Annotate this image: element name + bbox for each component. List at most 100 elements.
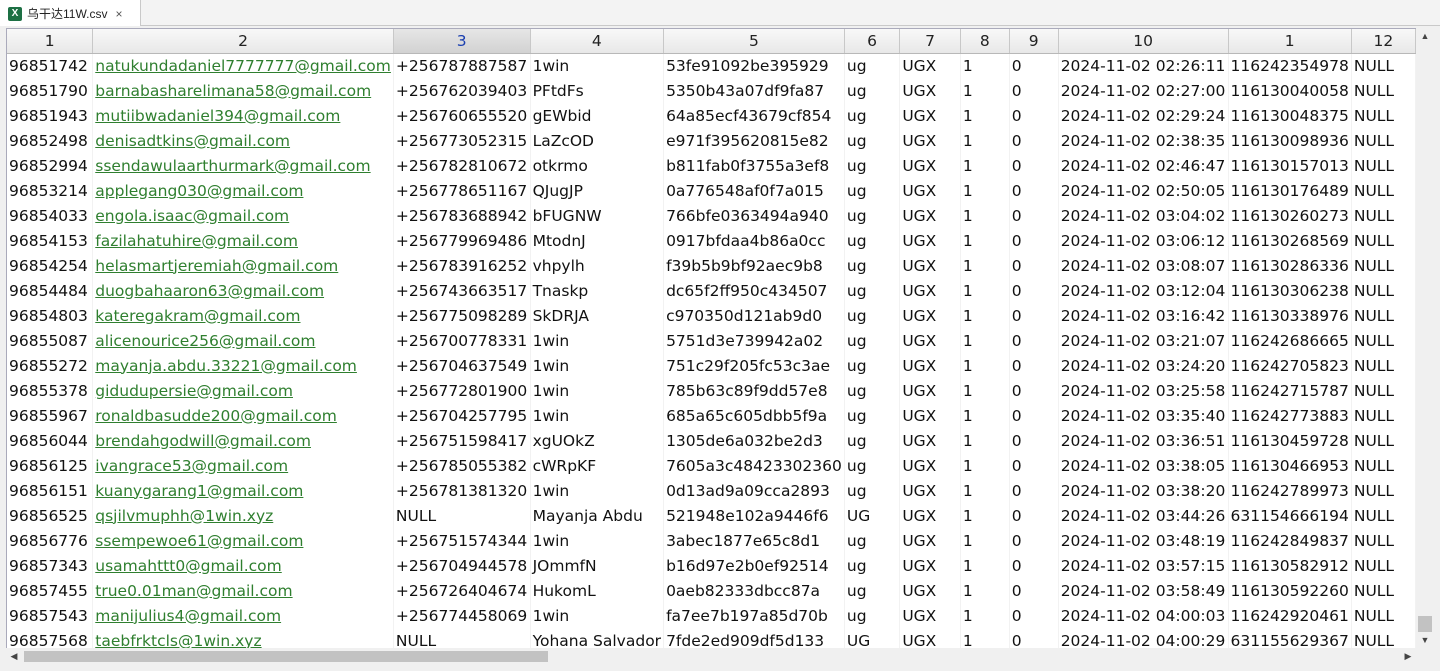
table-cell[interactable]: 0: [1009, 303, 1059, 328]
table-cell[interactable]: 116242773883: [1228, 403, 1352, 428]
table-cell[interactable]: 1305de6a032be2d3: [663, 428, 845, 453]
table-cell[interactable]: 2024-11-02 02:50:05: [1058, 178, 1229, 203]
table-cell[interactable]: 2024-11-02 03:04:02: [1058, 203, 1229, 228]
table-cell[interactable]: ug: [844, 228, 901, 253]
table-cell[interactable]: UGX: [899, 478, 961, 503]
table-cell[interactable]: UGX: [899, 553, 961, 578]
table-row[interactable]: 96851943 mutiibwadaniel394@gmail.com +2567…: [7, 103, 1416, 128]
table-cell[interactable]: ssempewoe61@gmail.com: [92, 528, 394, 553]
table-cell[interactable]: 116130286336: [1228, 253, 1352, 278]
table-cell[interactable]: UGX: [899, 128, 961, 153]
table-cell[interactable]: 96857455: [7, 578, 94, 603]
table-cell[interactable]: 96852994: [7, 153, 94, 178]
table-cell[interactable]: 0: [1009, 228, 1059, 253]
table-cell[interactable]: NULL: [1351, 403, 1416, 428]
table-cell[interactable]: NULL: [1351, 528, 1416, 553]
table-cell[interactable]: 0: [1009, 453, 1059, 478]
table-cell[interactable]: mutiibwadaniel394@gmail.com: [92, 103, 394, 128]
table-cell[interactable]: 2024-11-02 03:24:20: [1058, 353, 1229, 378]
table-cell[interactable]: 116242920461: [1228, 603, 1352, 628]
table-cell[interactable]: 1: [960, 428, 1010, 453]
table-row[interactable]: 96852498 denisadtkins@gmail.com +256773052…: [7, 128, 1416, 153]
table-cell[interactable]: xgUOkZ: [530, 428, 665, 453]
table-cell[interactable]: 1win: [530, 53, 665, 78]
table-cell[interactable]: ug: [844, 553, 901, 578]
table-cell[interactable]: 0917bfdaa4b86a0cc: [663, 228, 845, 253]
column-header[interactable]: 5: [663, 29, 845, 54]
table-cell[interactable]: 2024-11-02 02:29:24: [1058, 103, 1229, 128]
table-cell[interactable]: SkDRJA: [530, 303, 665, 328]
table-cell[interactable]: +256785055382: [393, 453, 531, 478]
table-cell[interactable]: 116130040058: [1228, 78, 1352, 103]
table-cell[interactable]: ug: [844, 103, 901, 128]
table-cell[interactable]: 0: [1009, 53, 1059, 78]
table-cell[interactable]: +256760655520: [393, 103, 531, 128]
column-header[interactable]: 3: [393, 29, 531, 54]
table-cell[interactable]: ug: [844, 203, 901, 228]
table-cell[interactable]: NULL: [1351, 628, 1416, 648]
table-cell[interactable]: NULL: [1351, 78, 1416, 103]
table-row[interactable]: 96856151 kuanygarang1@gmail.com +256781381…: [7, 478, 1416, 503]
table-cell[interactable]: 0: [1009, 403, 1059, 428]
table-cell[interactable]: 521948e102a9446f6: [663, 503, 845, 528]
table-cell[interactable]: 1: [960, 203, 1010, 228]
table-row[interactable]: 96857543 manijulius4@gmail.com +2567744580…: [7, 603, 1416, 628]
table-cell[interactable]: 3abec1877e65c8d1: [663, 528, 845, 553]
table-cell[interactable]: 2024-11-02 03:35:40: [1058, 403, 1229, 428]
table-cell[interactable]: 1: [960, 378, 1010, 403]
table-cell[interactable]: 1: [960, 128, 1010, 153]
table-cell[interactable]: NULL: [1351, 503, 1416, 528]
table-cell[interactable]: NULL: [1351, 103, 1416, 128]
table-cell[interactable]: NULL: [393, 503, 531, 528]
table-cell[interactable]: bFUGNW: [530, 203, 665, 228]
table-cell[interactable]: 96852498: [7, 128, 94, 153]
table-cell[interactable]: 631155629367: [1228, 628, 1352, 648]
table-cell[interactable]: Yohana Salvador: [530, 628, 665, 648]
table-row[interactable]: 96851790 barnabasharelimana58@gmail.com +2…: [7, 78, 1416, 103]
table-cell[interactable]: 2024-11-02 02:26:11: [1058, 53, 1229, 78]
table-cell[interactable]: +256700778331: [393, 328, 531, 353]
table-cell[interactable]: UGX: [899, 353, 961, 378]
table-cell[interactable]: 96856151: [7, 478, 94, 503]
horizontal-scrollbar[interactable]: ◀ ▶: [6, 648, 1416, 665]
table-cell[interactable]: ug: [844, 303, 901, 328]
table-cell[interactable]: 1: [960, 253, 1010, 278]
column-header[interactable]: 6: [844, 29, 901, 54]
table-cell[interactable]: 1win: [530, 378, 665, 403]
table-cell[interactable]: ug: [844, 528, 901, 553]
table-cell[interactable]: ivangrace53@gmail.com: [92, 453, 394, 478]
table-cell[interactable]: ug: [844, 128, 901, 153]
table-cell[interactable]: UGX: [899, 403, 961, 428]
table-cell[interactable]: 766bfe0363494a940: [663, 203, 845, 228]
table-cell[interactable]: +256704637549: [393, 353, 531, 378]
table-cell[interactable]: Mayanja Abdu: [530, 503, 665, 528]
table-cell[interactable]: NULL: [393, 628, 531, 648]
table-cell[interactable]: UGX: [899, 153, 961, 178]
scroll-left-icon[interactable]: ◀: [6, 648, 22, 665]
table-cell[interactable]: UGX: [899, 178, 961, 203]
table-cell[interactable]: +256782810672: [393, 153, 531, 178]
table-cell[interactable]: 0: [1009, 503, 1059, 528]
table-cell[interactable]: ug: [844, 578, 901, 603]
table-cell[interactable]: 1: [960, 528, 1010, 553]
table-cell[interactable]: b16d97e2b0ef92514: [663, 553, 845, 578]
table-cell[interactable]: usamahttt0@gmail.com: [92, 553, 394, 578]
table-cell[interactable]: 96857343: [7, 553, 94, 578]
table-cell[interactable]: qsjilvmuphh@1win.xyz: [92, 503, 394, 528]
table-row[interactable]: 96855087 alicenourice256@gmail.com +256700…: [7, 328, 1416, 353]
table-row[interactable]: 96856525 qsjilvmuphh@1win.xyz NULL Mayanja …: [7, 503, 1416, 528]
table-cell[interactable]: UG: [844, 503, 901, 528]
table-cell[interactable]: 0: [1009, 428, 1059, 453]
table-cell[interactable]: UGX: [899, 303, 961, 328]
table-cell[interactable]: +256774458069: [393, 603, 531, 628]
table-cell[interactable]: 0d13ad9a09cca2893: [663, 478, 845, 503]
table-cell[interactable]: 96855272: [7, 353, 94, 378]
table-cell[interactable]: NULL: [1351, 53, 1416, 78]
file-tab[interactable]: X 乌干达11W.csv ×: [0, 0, 141, 27]
table-cell[interactable]: NULL: [1351, 603, 1416, 628]
table-cell[interactable]: 1: [960, 178, 1010, 203]
table-cell[interactable]: fa7ee7b197a85d70b: [663, 603, 845, 628]
table-cell[interactable]: vhpylh: [530, 253, 665, 278]
table-cell[interactable]: 0: [1009, 578, 1059, 603]
table-cell[interactable]: UGX: [899, 253, 961, 278]
